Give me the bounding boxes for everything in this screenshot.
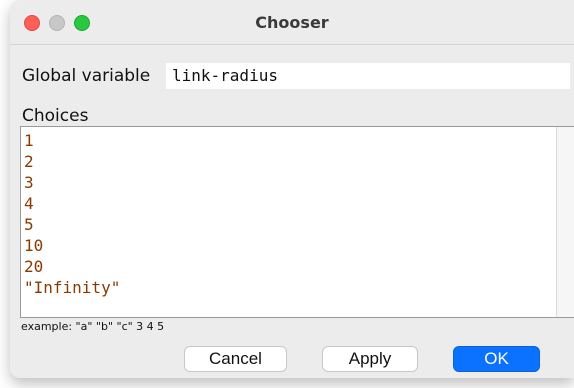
choice-item: 5	[24, 215, 34, 234]
apply-button[interactable]: Apply	[322, 346, 418, 372]
global-variable-input[interactable]	[166, 63, 570, 89]
cancel-button[interactable]: Cancel	[184, 346, 287, 372]
choices-textarea[interactable]: 1 2 3 4 5 10 20 "Infinity"	[20, 126, 574, 318]
choices-list: 1 2 3 4 5 10 20 "Infinity"	[24, 130, 120, 298]
chooser-dialog: Chooser Global variable Choices 1 2 3 4 …	[10, 0, 574, 378]
window-title: Chooser	[255, 13, 329, 32]
title-bar: Chooser	[10, 0, 574, 45]
global-variable-label: Global variable	[22, 66, 151, 86]
choice-item: 4	[24, 194, 34, 213]
ok-button[interactable]: OK	[453, 346, 540, 372]
choice-item: 1	[24, 131, 34, 150]
choice-item: 10	[24, 236, 44, 255]
choice-item: 20	[24, 257, 44, 276]
choice-item: 2	[24, 152, 34, 171]
choice-item: "Infinity"	[24, 278, 121, 297]
choices-scrollbar[interactable]	[556, 127, 574, 317]
example-hint: example: "a" "b" "c" 3 4 5	[21, 320, 165, 333]
choice-item: 3	[24, 173, 34, 192]
choices-label: Choices	[22, 106, 89, 126]
